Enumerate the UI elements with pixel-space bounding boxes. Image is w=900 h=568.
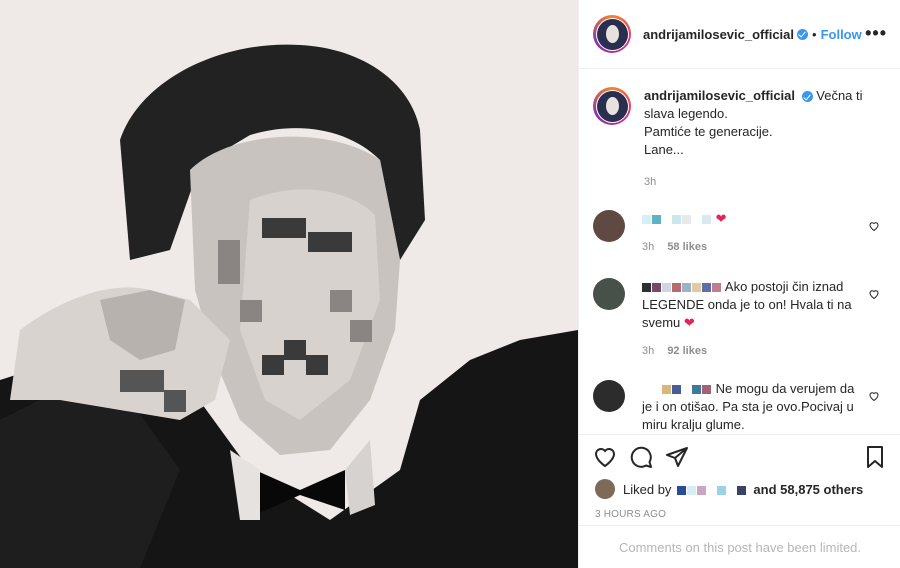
bookmark-icon[interactable] [863,445,887,469]
comments-limited-notice: Comments on this post have been limited. [579,525,900,568]
caption-line-2: Pamtiće te generacije. [644,124,773,139]
comment-body: Ako postoji čin iznad LEGENDE onda je to… [642,278,857,360]
caption-timestamp[interactable]: 3h [644,173,874,191]
caption-avatar[interactable] [595,89,629,123]
post-time-ago[interactable]: 3 HOURS AGO [595,509,666,520]
verified-badge-icon [797,28,809,40]
like-comment-heart-icon[interactable] [868,390,880,402]
post-actions: Liked by and 58,875 others 3 HOURS AGO [579,434,900,534]
avatar-image [596,90,628,122]
like-comment-heart-icon[interactable] [868,220,880,232]
comment-icon[interactable] [629,445,653,469]
comment-item: Ne mogu da verujem da je i on otišao. Pa… [593,380,893,434]
comment-likes[interactable]: 92 likes [667,345,707,357]
commenter-avatar[interactable] [593,278,625,310]
header-username[interactable]: andrijamilosevic_official [643,27,794,42]
action-icons [593,445,701,469]
redacted-username[interactable] [642,381,716,396]
liked-by-row: Liked by and 58,875 others [595,479,863,499]
caption-avatar-ring[interactable] [593,87,631,125]
comment-time[interactable]: 3h [642,345,654,357]
comment-item: Ako postoji čin iznad LEGENDE onda je to… [593,278,893,360]
heart-emoji: ❤ [715,211,727,226]
verified-badge-icon [801,91,813,103]
comments-list[interactable]: andrijamilosevic_official Večna ti slava… [579,70,900,434]
comment-item: ❤ 3h 58 likes [593,210,893,256]
pixelated-portrait-image [0,0,578,568]
liker-avatar[interactable] [595,479,615,499]
redacted-username[interactable] [642,211,716,226]
comment-likes[interactable]: 58 likes [667,241,707,253]
redacted-liker-name[interactable] [677,482,747,497]
post-photo[interactable] [0,0,578,568]
story-avatar-ring[interactable] [593,15,631,53]
caption-line-3: Lane... [644,142,684,157]
share-icon[interactable] [665,445,689,469]
comment-meta: 3h 92 likes [642,342,857,360]
comment-body: ❤ 3h 58 likes [642,210,857,256]
liked-by-prefix: Liked by [623,481,672,497]
caption-username[interactable]: andrijamilosevic_official [644,88,795,103]
like-heart-icon[interactable] [593,445,617,469]
separator-dot: • [812,26,817,42]
more-options-icon[interactable]: ••• [865,24,887,42]
like-comment-heart-icon[interactable] [868,288,880,300]
commenter-avatar[interactable] [593,210,625,242]
caption: andrijamilosevic_official Večna ti slava… [593,87,893,191]
post-header: andrijamilosevic_official • Follow ••• [579,0,900,69]
follow-button[interactable]: Follow [821,27,862,42]
comment-meta: 3h 58 likes [642,238,857,256]
liked-by-count[interactable]: and 58,875 others [753,482,863,497]
redacted-username[interactable] [642,279,725,294]
heart-emoji: ❤ [683,315,695,330]
avatar-image [596,18,628,50]
post-sidebar: andrijamilosevic_official • Follow ••• a… [578,0,900,568]
comment-body: Ne mogu da verujem da je i on otišao. Pa… [642,380,857,434]
comment-time[interactable]: 3h [642,241,654,253]
commenter-avatar[interactable] [593,380,625,412]
avatar[interactable] [595,17,629,51]
caption-text: andrijamilosevic_official Večna ti slava… [644,87,874,191]
